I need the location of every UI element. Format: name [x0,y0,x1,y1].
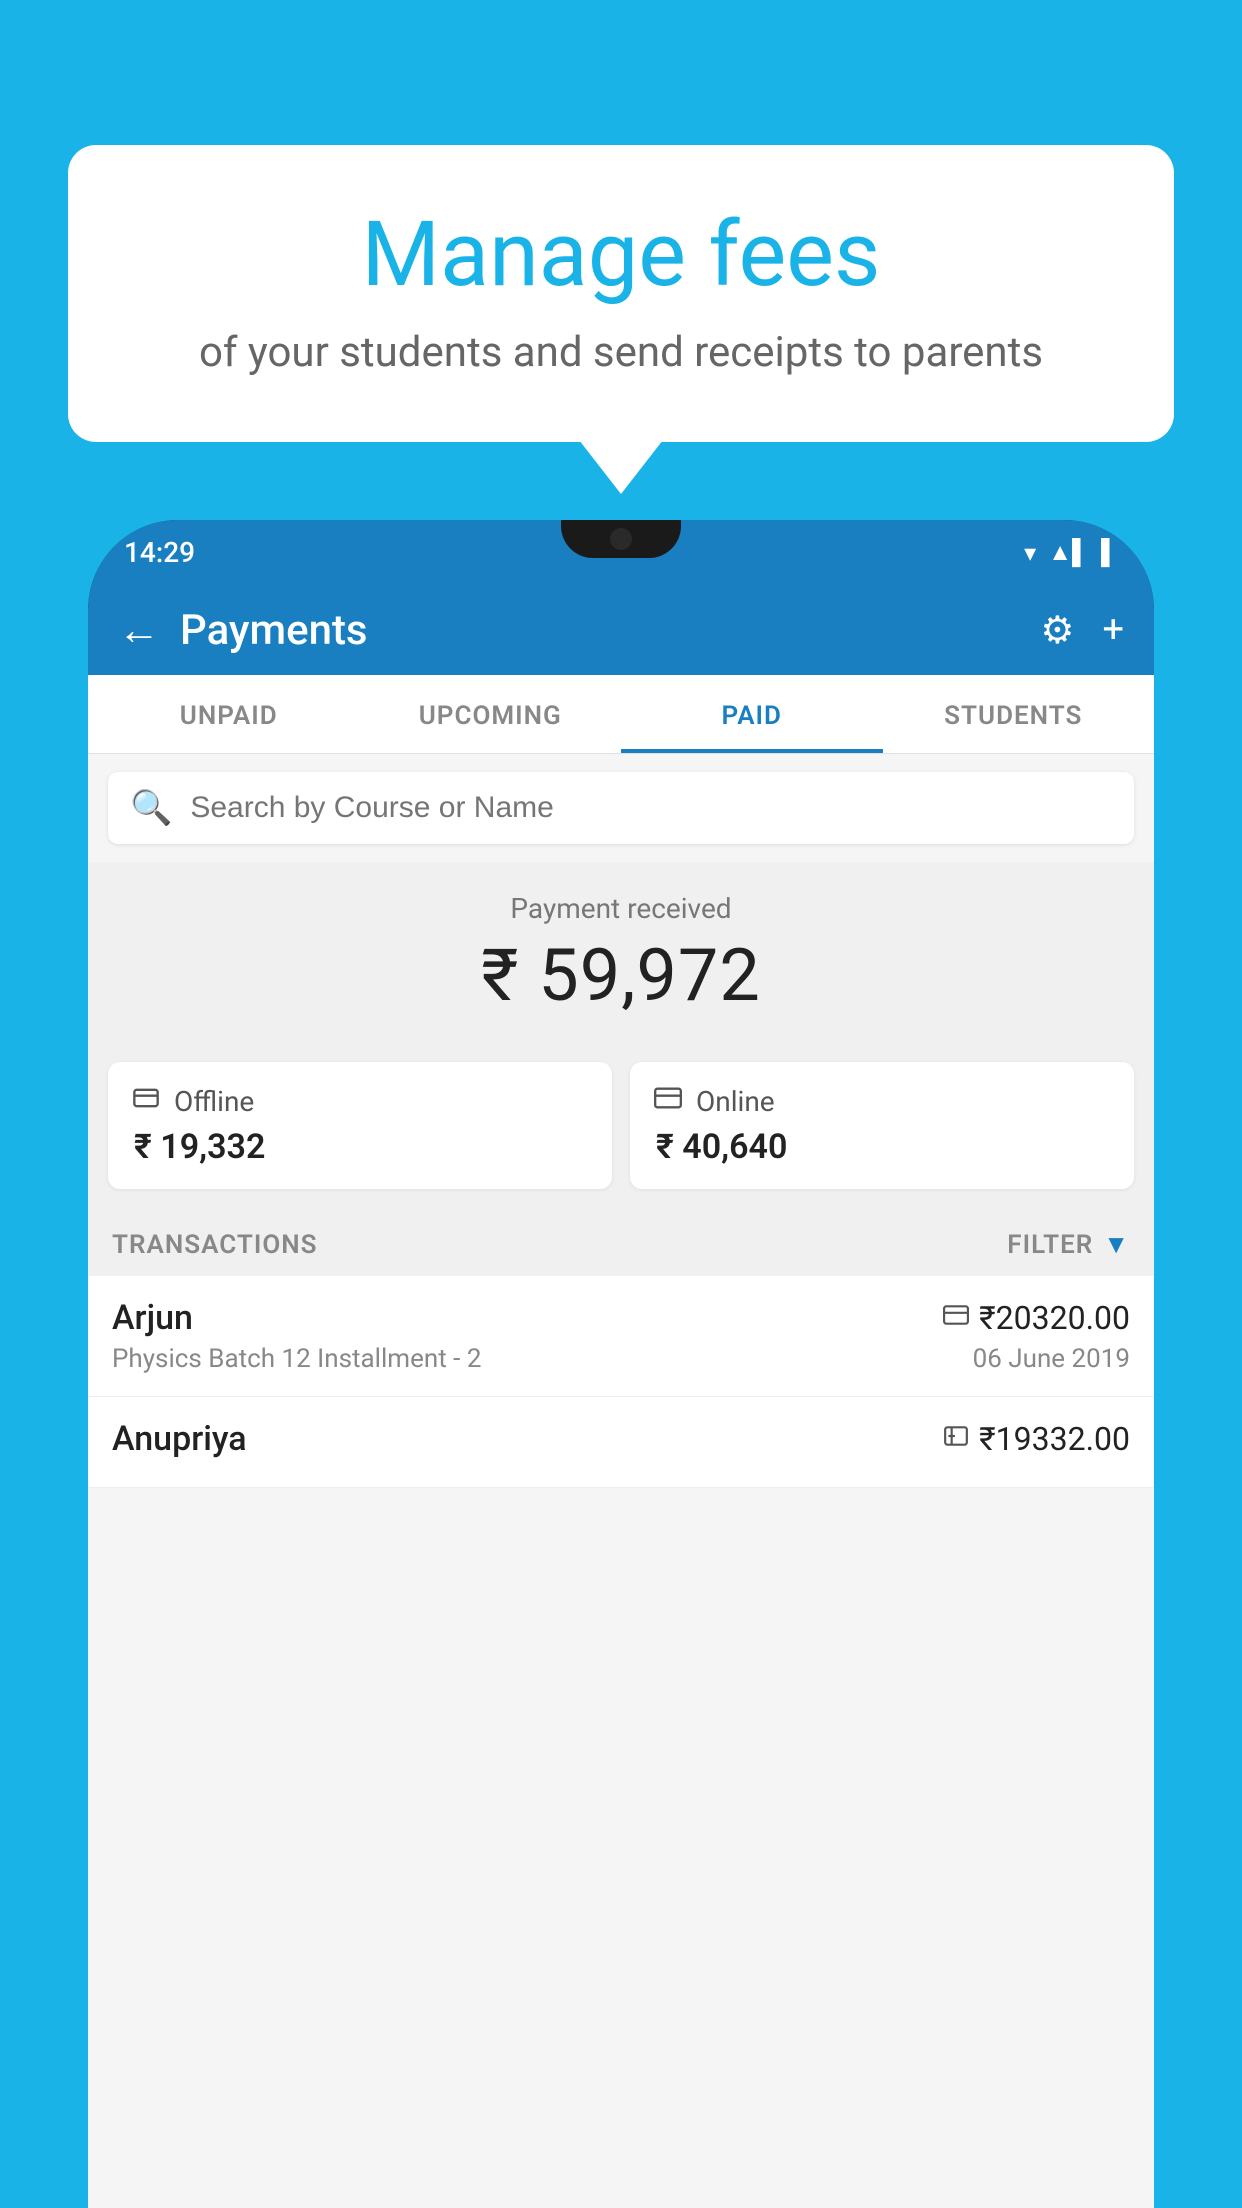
transaction-name: Anupriya [112,1419,247,1459]
offline-label: Offline [174,1085,254,1118]
transaction-amount: ₹20320.00 [979,1299,1130,1337]
status-time: 14:29 [124,536,195,569]
offline-icon [132,1084,160,1119]
bubble-title: Manage fees [148,205,1094,304]
filter-label: FILTER [1007,1230,1093,1260]
online-amount: ₹ 40,640 [654,1127,1110,1167]
back-button[interactable]: ← [118,606,160,655]
search-input[interactable] [190,791,1112,825]
transaction-amount: ₹19332.00 [979,1420,1130,1458]
payment-cards: Offline ₹ 19,332 Online ₹ 40,640 [88,1044,1154,1207]
transaction-name: Arjun [112,1298,193,1338]
status-icons: ▾ ▲▌ ▌ [1024,538,1118,567]
transaction-date: 06 June 2019 [973,1344,1130,1374]
offline-payment-card: Offline ₹ 19,332 [108,1062,612,1189]
table-row[interactable]: Arjun ₹20320.00 Physics Batch 12 Install… [88,1276,1154,1397]
tab-paid[interactable]: PAID [621,675,883,753]
speech-bubble-container: Manage fees of your students and send re… [68,145,1174,442]
phone-notch [561,520,681,558]
tab-unpaid[interactable]: UNPAID [98,675,360,753]
speech-bubble: Manage fees of your students and send re… [68,145,1174,442]
tab-upcoming[interactable]: UPCOMING [360,675,622,753]
search-bar[interactable]: 🔍 [108,772,1134,844]
payment-received-label: Payment received [108,892,1134,925]
tab-students[interactable]: STUDENTS [883,675,1145,753]
camera-notch [610,528,632,550]
phone-frame: 14:29 ▾ ▲▌ ▌ ← Payments ⚙ + UNPAID UPCOM… [88,520,1154,2208]
search-icon: 🔍 [130,788,172,828]
transactions-header: TRANSACTIONS FILTER ▼ [88,1207,1154,1276]
transaction-amount-container: ₹20320.00 [943,1299,1130,1337]
transactions-label: TRANSACTIONS [112,1230,318,1260]
offline-amount: ₹ 19,332 [132,1127,588,1167]
filter-icon: ▼ [1103,1229,1130,1260]
header-title: Payments [180,606,1040,655]
tabs-container: UNPAID UPCOMING PAID STUDENTS [88,675,1154,754]
online-payment-card: Online ₹ 40,640 [630,1062,1134,1189]
online-label: Online [696,1085,775,1118]
transaction-type-icon [943,1302,969,1335]
wifi-icon: ▾ [1024,539,1036,567]
bubble-subtitle: of your students and send receipts to pa… [148,328,1094,377]
battery-icon: ▌ [1101,538,1118,567]
online-icon [654,1084,682,1119]
header-actions: ⚙ + [1040,608,1124,653]
payment-total-amount: ₹ 59,972 [108,933,1134,1018]
filter-button[interactable]: FILTER ▼ [1007,1229,1130,1260]
transaction-course: Physics Batch 12 Installment - 2 [112,1344,481,1374]
settings-icon[interactable]: ⚙ [1040,608,1074,653]
payment-summary: Payment received ₹ 59,972 [88,862,1154,1044]
table-row[interactable]: Anupriya ₹19332.00 [88,1397,1154,1488]
phone-content: UNPAID UPCOMING PAID STUDENTS 🔍 Payment … [88,675,1154,2208]
transaction-amount-container: ₹19332.00 [943,1420,1130,1458]
add-icon[interactable]: + [1102,608,1124,652]
app-header: ← Payments ⚙ + [88,585,1154,675]
transaction-type-icon [943,1423,969,1456]
transaction-list: Arjun ₹20320.00 Physics Batch 12 Install… [88,1276,1154,1488]
signal-icon: ▲▌ [1048,538,1089,567]
